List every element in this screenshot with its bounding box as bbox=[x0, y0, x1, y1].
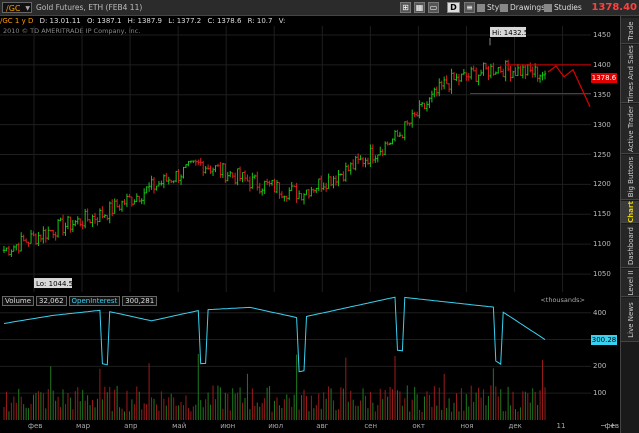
oi-current-label: 300.28 bbox=[591, 334, 617, 345]
date-tick: авг bbox=[316, 422, 329, 430]
aggregation-button[interactable]: D bbox=[447, 2, 460, 13]
date-tick: 11 bbox=[556, 422, 566, 430]
chart-toolbar: /GC ▼ Gold Futures, ETH (FEB4 11) ⊞ ▦ ▭ … bbox=[0, 0, 639, 16]
quote-range: R: 10.7 bbox=[247, 17, 273, 25]
side-tab-label: Times And Sales bbox=[626, 44, 635, 103]
lo-annotation: Lo: 1044.5 bbox=[34, 278, 73, 289]
zoom-controls[interactable]: − + bbox=[600, 421, 616, 430]
side-tab-label: Active Trader bbox=[626, 105, 635, 152]
side-tab-label: Dashboard bbox=[626, 226, 635, 265]
volume-tick: 100 bbox=[593, 389, 607, 398]
side-tab-label: Big Buttons bbox=[626, 156, 635, 198]
price-tick: 1300 bbox=[593, 120, 611, 129]
price-chart-panel[interactable]: Hi: 1432.5 Lo: 1044.5 bbox=[0, 26, 591, 292]
instrument-description: Gold Futures, ETH (FEB4 11) bbox=[36, 3, 143, 12]
volume-label: Volume bbox=[2, 296, 35, 306]
price-tick: 1200 bbox=[593, 180, 611, 189]
date-tick: июл bbox=[268, 422, 284, 430]
date-axis: фев мар апр май июн июл авг сен окт ноя дек 11 фев bbox=[0, 420, 619, 433]
lo-label: Lo: 1044.5 bbox=[36, 280, 73, 288]
drawings-icon bbox=[500, 4, 508, 12]
price-tick: 1050 bbox=[593, 270, 611, 279]
quote-close: C: 1378.6 bbox=[207, 17, 242, 25]
price-tick: 1400 bbox=[593, 60, 611, 69]
settings-icon[interactable]: ≡ bbox=[464, 2, 475, 13]
last-price: 1378.40 bbox=[591, 2, 637, 13]
volume-header: Volume 32,062 OpenInterest 300,281 bbox=[2, 296, 159, 306]
date-tick: ноя bbox=[460, 422, 474, 430]
side-tab-live-news[interactable]: Live News bbox=[621, 298, 639, 342]
style-icon bbox=[477, 4, 485, 12]
volume-axis: 400300200100 bbox=[591, 294, 619, 420]
side-tab-label: Trade bbox=[626, 20, 635, 41]
hi-label: Hi: 1432.5 bbox=[492, 29, 528, 37]
volume-chart-svg[interactable] bbox=[0, 294, 591, 420]
grid-icon[interactable]: ▦ bbox=[414, 2, 425, 13]
open-interest-line bbox=[3, 296, 546, 373]
side-tab-dashboard[interactable]: Dashboard bbox=[621, 224, 639, 268]
oi-label: OpenInterest bbox=[68, 296, 121, 306]
thousands-label: <thousands> bbox=[540, 296, 585, 304]
thinkorswim-chart-window: /GC ▼ Gold Futures, ETH (FEB4 11) ⊞ ▦ ▭ … bbox=[0, 0, 639, 433]
side-tab-trade[interactable]: Trade bbox=[621, 18, 639, 44]
hi-annotation: Hi: 1432.5 bbox=[490, 26, 528, 37]
side-tab-big-buttons[interactable]: Big Buttons bbox=[621, 155, 639, 200]
side-tab-chart[interactable]: Chart bbox=[621, 201, 639, 223]
price-tick: 1150 bbox=[593, 210, 611, 219]
quote-symbol: /GC 1 y D bbox=[0, 17, 34, 25]
quote-low: L: 1377.2 bbox=[168, 17, 202, 25]
quote-date: D: 13.01.11 bbox=[39, 17, 81, 25]
symbol-selector[interactable]: /GC ▼ bbox=[2, 2, 32, 13]
date-tick: фев bbox=[28, 422, 43, 430]
zoom-out-icon[interactable]: − bbox=[600, 421, 607, 430]
volume-panel[interactable]: Volume 32,062 OpenInterest 300,281 <thousan… bbox=[0, 294, 591, 420]
price-tick: 1100 bbox=[593, 240, 611, 249]
studies-button[interactable]: Studies bbox=[544, 2, 582, 13]
price-axis: 1450 1400 1350 1300 1250 1200 1150 1100 1050 bbox=[591, 26, 619, 292]
studies-label: Studies bbox=[554, 3, 582, 12]
oi-value: 300,281 bbox=[122, 296, 158, 306]
projection-arrow[interactable] bbox=[547, 65, 591, 107]
date-tick: апр bbox=[124, 422, 138, 430]
price-chart-svg[interactable]: Hi: 1432.5 Lo: 1044.5 bbox=[0, 26, 591, 292]
chevron-down-icon: ▼ bbox=[25, 5, 30, 12]
volume-tick: 400 bbox=[593, 308, 607, 317]
side-tab-label: Live News bbox=[626, 301, 635, 338]
volume-value: 32,062 bbox=[36, 296, 67, 306]
symbol-text: /GC bbox=[6, 4, 21, 13]
link-icon[interactable]: ⊞ bbox=[400, 2, 411, 13]
studies-icon bbox=[544, 4, 552, 12]
date-tick: сен bbox=[364, 422, 378, 430]
date-tick: дек bbox=[508, 422, 522, 430]
quote-open: O: 1387.1 bbox=[86, 17, 122, 25]
quote-high: H: 1387.9 bbox=[127, 17, 163, 25]
date-tick: окт bbox=[412, 422, 425, 430]
side-tabs: Trade Times And Sales Active Trader Big But… bbox=[620, 16, 639, 433]
side-tab-label: Chart bbox=[626, 200, 635, 223]
price-tick: 1350 bbox=[593, 90, 611, 99]
price-tick: 1250 bbox=[593, 150, 611, 159]
volume-tick: 200 bbox=[593, 362, 607, 371]
window-icon[interactable]: ▭ bbox=[428, 2, 439, 13]
zoom-in-icon[interactable]: + bbox=[609, 421, 616, 430]
quote-volume: V: bbox=[278, 17, 286, 25]
side-tab-active-trader[interactable]: Active Trader bbox=[621, 104, 639, 154]
side-tab-level-ii[interactable]: Level II bbox=[621, 269, 639, 297]
drawings-button[interactable]: Drawings bbox=[500, 2, 545, 13]
date-tick: май bbox=[172, 422, 187, 430]
price-tick: 1450 bbox=[593, 30, 611, 39]
drawings-label: Drawings bbox=[510, 3, 546, 12]
date-tick: июн bbox=[220, 422, 236, 430]
side-tab-times-and-sales[interactable]: Times And Sales bbox=[621, 45, 639, 103]
date-tick: мар bbox=[76, 422, 91, 430]
side-tab-label: Level II bbox=[626, 270, 635, 295]
quote-strip: /GC 1 y D D: 13.01.11 O: 1387.1 H: 1387.… bbox=[0, 16, 620, 26]
current-price-label: 1378.6 bbox=[591, 72, 617, 83]
